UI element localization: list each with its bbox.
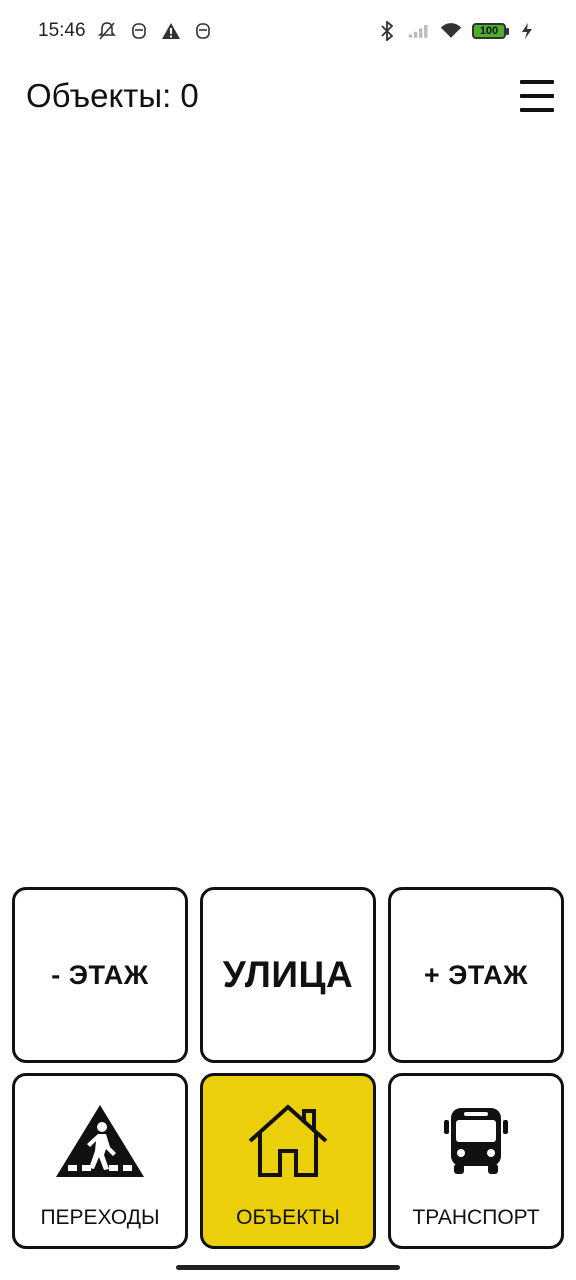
floor-down-label: - ЭТАЖ [51,959,149,990]
crossings-label: ПЕРЕХОДЫ [40,1206,160,1229]
header: Объекты: 0 [0,62,576,130]
floor-up-button[interactable]: + ЭТАЖ [388,887,564,1063]
menu-icon-bar [520,80,554,84]
bluetooth-icon [376,20,398,42]
charging-icon [516,20,538,42]
crossings-tab[interactable]: ПЕРЕХОДЫ [12,1073,188,1249]
menu-icon-bar [520,108,554,112]
control-grid: - ЭТАЖ УЛИЦА + ЭТАЖ ПЕРЕХОДЫ ОБЪЕКТЫ ТРА… [12,887,564,1249]
signal-icon [408,20,430,42]
transport-label: ТРАНСПОРТ [412,1206,540,1229]
status-left: 15:46 [38,20,214,42]
notifications-off-icon [96,20,118,42]
floor-up-label: + ЭТАЖ [423,959,529,990]
app-notification-icon [192,20,214,42]
home-indicator[interactable] [176,1265,400,1270]
app-notification-icon [128,20,150,42]
status-time: 15:46 [38,20,86,41]
status-bar: 15:46 100 [0,0,576,62]
transport-tab[interactable]: ТРАНСПОРТ [388,1073,564,1249]
battery-icon: 100 [472,23,509,39]
menu-icon-bar [520,94,554,98]
warning-icon [160,20,182,42]
objects-tab[interactable]: ОБЪЕКТЫ [200,1073,376,1249]
street-label: УЛИЦА [222,954,354,995]
page-title: Объекты: 0 [26,77,199,114]
bus-icon [426,1100,526,1182]
wifi-icon [440,20,462,42]
pedestrian-crossing-icon [50,1100,150,1182]
floor-down-button[interactable]: - ЭТАЖ [12,887,188,1063]
menu-button[interactable] [520,80,554,112]
street-button[interactable]: УЛИЦА [200,887,376,1063]
objects-list-area [0,130,576,880]
objects-label: ОБЪЕКТЫ [236,1206,340,1229]
house-icon [238,1100,338,1182]
status-right: 100 [376,20,538,42]
